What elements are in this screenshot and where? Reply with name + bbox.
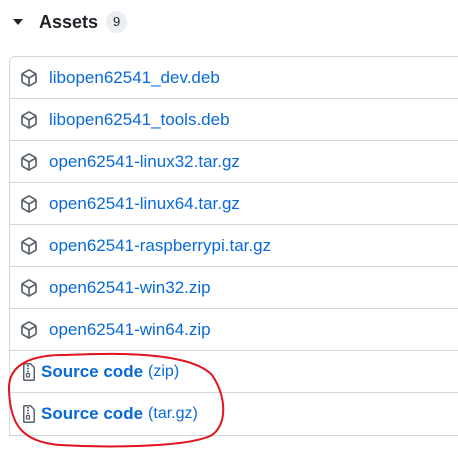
asset-link[interactable]: open62541-raspberrypi.tar.gz: [49, 236, 271, 256]
asset-list: libopen62541_dev.deb libopen62541_tools.…: [9, 56, 458, 436]
asset-row: open62541-linux64.tar.gz: [10, 182, 458, 224]
asset-row: open62541-win64.zip: [10, 308, 458, 350]
asset-link[interactable]: libopen62541_dev.deb: [49, 68, 220, 88]
package-icon: [21, 320, 37, 339]
source-code-targz-link[interactable]: Source code: [41, 404, 143, 424]
asset-row: libopen62541_tools.deb: [10, 98, 458, 140]
source-code-row: Source code (zip): [10, 350, 458, 392]
asset-row: libopen62541_dev.deb: [10, 57, 458, 98]
assets-count-badge: 9: [106, 11, 128, 33]
asset-row: open62541-win32.zip: [10, 266, 458, 308]
package-icon: [21, 110, 37, 129]
asset-link[interactable]: open62541-win32.zip: [49, 278, 211, 298]
package-icon: [21, 278, 37, 297]
source-code-format: (zip): [148, 362, 180, 380]
release-assets-panel: Assets 9 libopen62541_dev.deb libopen625…: [0, 0, 458, 457]
source-code-zip-link[interactable]: Source code: [41, 362, 143, 382]
package-icon: [21, 152, 37, 171]
assets-title: Assets: [39, 11, 99, 32]
asset-link[interactable]: open62541-win64.zip: [49, 320, 211, 340]
asset-row: open62541-linux32.tar.gz: [10, 140, 458, 182]
package-icon: [21, 194, 37, 213]
asset-link[interactable]: open62541-linux32.tar.gz: [49, 152, 240, 172]
caret-down-icon[interactable]: [13, 19, 23, 25]
source-code-row: Source code (tar.gz): [10, 392, 458, 435]
asset-link[interactable]: libopen62541_tools.deb: [49, 110, 230, 130]
asset-row: open62541-raspberrypi.tar.gz: [10, 224, 458, 266]
source-code-format: (tar.gz): [148, 405, 198, 422]
package-icon: [21, 236, 37, 255]
assets-header[interactable]: Assets 9: [10, 9, 128, 35]
file-zip-icon: [23, 405, 35, 423]
package-icon: [21, 68, 37, 87]
file-zip-icon: [23, 362, 35, 381]
asset-link[interactable]: open62541-linux64.tar.gz: [49, 194, 240, 214]
